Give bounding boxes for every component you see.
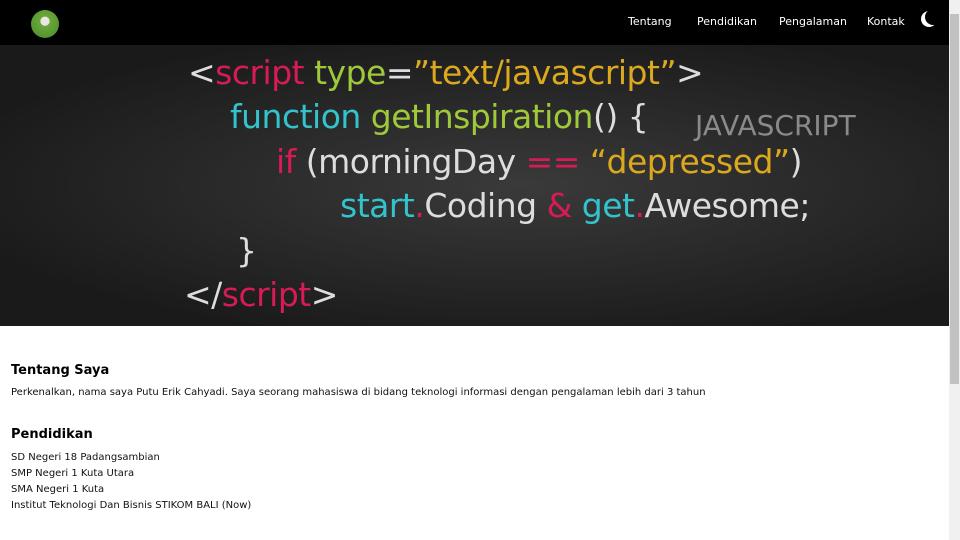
nav-tentang[interactable]: Tentang bbox=[628, 15, 672, 28]
education-item: Institut Teknologi Dan Bisnis STIKOM BAL… bbox=[11, 500, 252, 511]
code-line: if (morningDay == “depressed”) bbox=[276, 142, 802, 181]
nav-pengalaman[interactable]: Pengalaman bbox=[779, 15, 847, 28]
education-item: SD Negeri 18 Padangsambian bbox=[11, 452, 160, 463]
education-item: SMP Negeri 1 Kuta Utara bbox=[11, 468, 135, 479]
nav-kontak[interactable]: Kontak bbox=[867, 15, 905, 28]
code-line: start.Coding & get.Awesome; bbox=[340, 186, 810, 225]
javascript-label: JAVASCRIPT bbox=[695, 109, 856, 142]
dark-mode-moon-icon[interactable] bbox=[925, 9, 941, 25]
avatar[interactable] bbox=[31, 10, 59, 38]
scrollbar[interactable] bbox=[949, 0, 960, 540]
education-item: SMA Negeri 1 Kuta bbox=[11, 484, 105, 495]
code-line: } bbox=[236, 231, 257, 270]
hero-image: <script type=”text/javascript”> function… bbox=[0, 45, 949, 326]
code-line: <script type=”text/javascript”> bbox=[188, 53, 704, 92]
nav-pendidikan[interactable]: Pendidikan bbox=[697, 15, 757, 28]
education-title: Pendidikan bbox=[11, 427, 93, 442]
navbar: Tentang Pendidikan Pengalaman Kontak bbox=[0, 0, 949, 45]
code-line: function getInspiration() { bbox=[230, 97, 649, 136]
scrollbar-thumb[interactable] bbox=[950, 14, 959, 384]
code-line: </script> bbox=[184, 275, 338, 314]
about-text: Perkenalkan, nama saya Putu Erik Cahyadi… bbox=[11, 387, 706, 398]
about-title: Tentang Saya bbox=[11, 363, 110, 378]
